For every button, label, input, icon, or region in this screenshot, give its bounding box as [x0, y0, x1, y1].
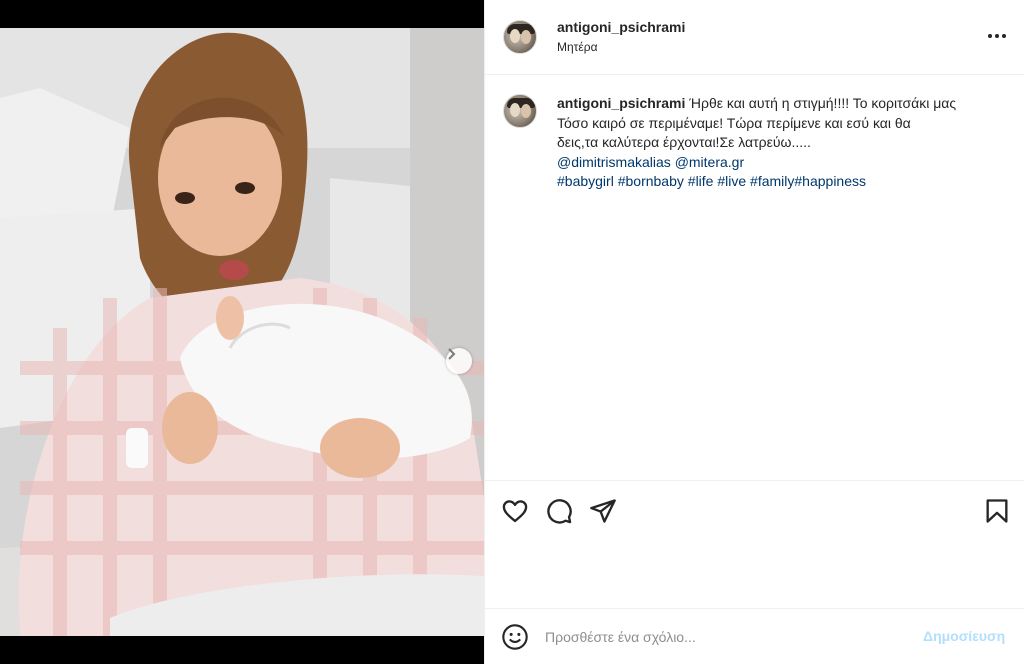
post-details-panel: antigoni_psichrami Μητέρα antigoni_psich… [484, 0, 1024, 664]
chevron-right-icon [448, 348, 456, 360]
hashtag-link[interactable]: #life [688, 173, 714, 189]
hashtag-link[interactable]: #bornbaby [618, 173, 684, 189]
post-username[interactable]: antigoni_psichrami [557, 19, 685, 35]
emoji-icon[interactable] [501, 623, 529, 651]
post-header: antigoni_psichrami Μητέρα [485, 0, 1024, 75]
avatar[interactable] [503, 20, 537, 54]
bookmark-icon[interactable] [983, 497, 1011, 525]
post-media [0, 0, 484, 664]
hashtag-link[interactable]: #babygirl [557, 173, 614, 189]
hashtag-link[interactable]: #live [717, 173, 746, 189]
more-options-button[interactable] [985, 26, 1009, 46]
caption-username[interactable]: antigoni_psichrami [557, 95, 685, 111]
hashtag-link[interactable]: #family#happiness [750, 173, 866, 189]
caption-line-1: Ήρθε και αυτή η στιγμή!!!! Το κοριτσάκι … [689, 95, 957, 111]
heart-icon[interactable] [501, 497, 529, 525]
mention-link[interactable]: @mitera.gr [675, 154, 744, 170]
caption-text: antigoni_psichrami Ήρθε και αυτή η στιγμ… [557, 94, 1007, 192]
post-photo[interactable] [0, 28, 484, 636]
comment-form: Δημοσίευση [485, 608, 1024, 664]
post-location[interactable]: Μητέρα [557, 40, 598, 54]
more-dots-icon [988, 34, 992, 38]
caption-line-3: δεις,τα καλύτερα έρχονται!Σε λατρεύω....… [557, 134, 811, 150]
comment-bubble-icon[interactable] [545, 497, 573, 525]
mention-link[interactable]: @dimitrismakalias [557, 154, 671, 170]
next-slide-button[interactable] [446, 348, 472, 374]
avatar[interactable] [503, 94, 537, 128]
comment-input[interactable] [545, 625, 905, 649]
photo-illustration [0, 28, 484, 636]
post-comment-button[interactable]: Δημοσίευση [923, 628, 1005, 644]
caption-line-2: Τόσο καιρό σε περιμέναμε! Τώρα περίμενε … [557, 114, 911, 131]
post-actions [485, 480, 1024, 540]
paper-plane-icon[interactable] [589, 497, 617, 525]
